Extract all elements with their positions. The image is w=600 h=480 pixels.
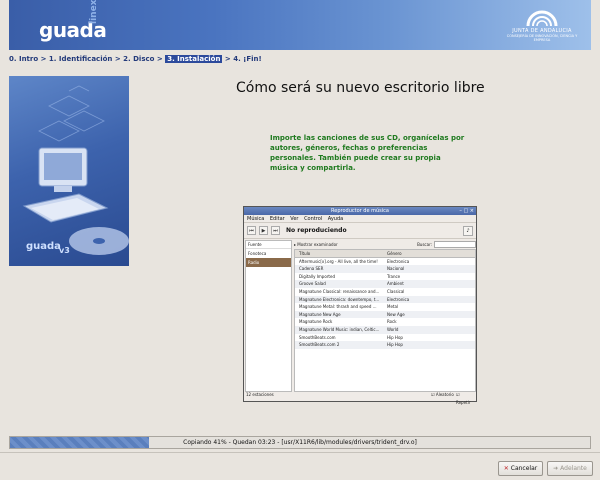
player-statusbar: 12 estaciones ☑ Aleatorio ☑ Repetir [246,391,474,405]
window-buttons-icon: – □ × [459,208,474,214]
station-row: Magnatune World Music: indian, Celtic...… [295,325,475,334]
guadalinex-logo-sub: linex [89,0,99,24]
station-row: Magnatune Classical: renaissance and... C… [299,288,405,294]
previous-icon: ⏮ [247,226,256,235]
next-icon: ⏭ [271,226,280,235]
breadcrumb-step-end: 4. ¡Fin! [233,55,262,63]
side-illustration: guada v3 [9,76,129,266]
cancel-button[interactable]: ✕ Cancelar [498,461,543,476]
progress-label: Copiando 41% - Quedan 03:23 - [usr/X11R6… [183,439,417,446]
station-row: SmoothBeats.com Hip Hop [299,334,403,340]
junta-emblem-icon [526,10,558,27]
music-player-screenshot: Reproductor de música – □ × Música Edita… [243,206,477,405]
page-description: Importe las canciones de sus CD, organíc… [270,134,465,172]
breadcrumb-step-disk: 2. Disco [123,55,155,63]
player-titlebar: Reproductor de música – □ × [244,207,476,215]
breadcrumb-step-identification: 1. Identificación [48,55,113,63]
player-station-pane: ▸ Mostrar examinador Buscar: Título Géne… [294,240,476,392]
station-row: Cadena SER Nacional [295,265,475,273]
player-source-list: Fuente Fonoteca Radio [245,240,292,392]
player-search-field [434,241,476,248]
volume-icon: ♪ [463,226,473,236]
show-browser-toggle: ▸ Mostrar examinador [294,242,338,247]
side-brand: guada [26,241,61,252]
breadcrumb-step-intro: 0. Intro [9,55,39,63]
station-row: Groove Salad Ambient [295,280,475,288]
station-table: Título Género Aftermusic[x].org - All li… [294,249,476,392]
header-banner: guada linex JUNTA DE ANDALUCIA CONSEJERÍ… [9,0,591,50]
cancel-icon: ✕ [503,465,509,472]
station-row: Magnatune New Age New Age [295,310,475,319]
table-header: Título Género [295,250,475,258]
player-menubar: Música Editar Ver Control Ayuda [244,215,476,223]
repeat-checkbox: ☑ Repetir [456,392,471,405]
computer-illustration-icon [22,85,129,255]
next-button[interactable]: ➜ Adelante [547,461,593,476]
source-item-library: Fonoteca [248,251,267,256]
installer-window: guada linex JUNTA DE ANDALUCIA CONSEJERÍ… [0,0,600,480]
install-progress-bar: Copiando 41% - Quedan 03:23 - [usr/X11R6… [9,436,591,449]
org-department: CONSEJERÍA DE INNOVACIÓN, CIENCIA Y EMPR… [506,34,578,42]
station-row: Aftermusic[x].org - All live, all the ti… [299,258,410,264]
page-title: Cómo será su nuevo escritorio libre [236,80,485,96]
player-toolbar: ⏮ ▶ ⏭ No reproduciendo ♪ [244,223,476,239]
station-row: SmoothBeats.com 2 Hip Hop [295,341,475,349]
station-row: Magnatune Electronica: downtempo, t... El… [295,295,475,304]
station-row: Digitally Imported Trance [299,273,401,279]
play-icon: ▶ [259,226,268,235]
source-item-radio: Radio [246,258,291,267]
divider [0,452,600,453]
junta-andalucia-logo: JUNTA DE ANDALUCIA CONSEJERÍA DE INNOVAC… [503,6,581,42]
station-row: Magnatune Metal: thrash and speed ... Met… [299,304,399,310]
breadcrumb: 0. Intro > 1. Identificación > 2. Disco … [9,55,262,63]
random-checkbox: ☑ Aleatorio [431,392,454,397]
side-brand-version: v3 [59,246,70,255]
station-row: Magnatune Rock Rock [299,319,397,325]
forward-arrow-icon: ➜ [553,465,559,472]
now-playing-label: No reproduciendo [286,227,347,234]
breadcrumb-step-installation: 3. Instalación [165,55,223,63]
